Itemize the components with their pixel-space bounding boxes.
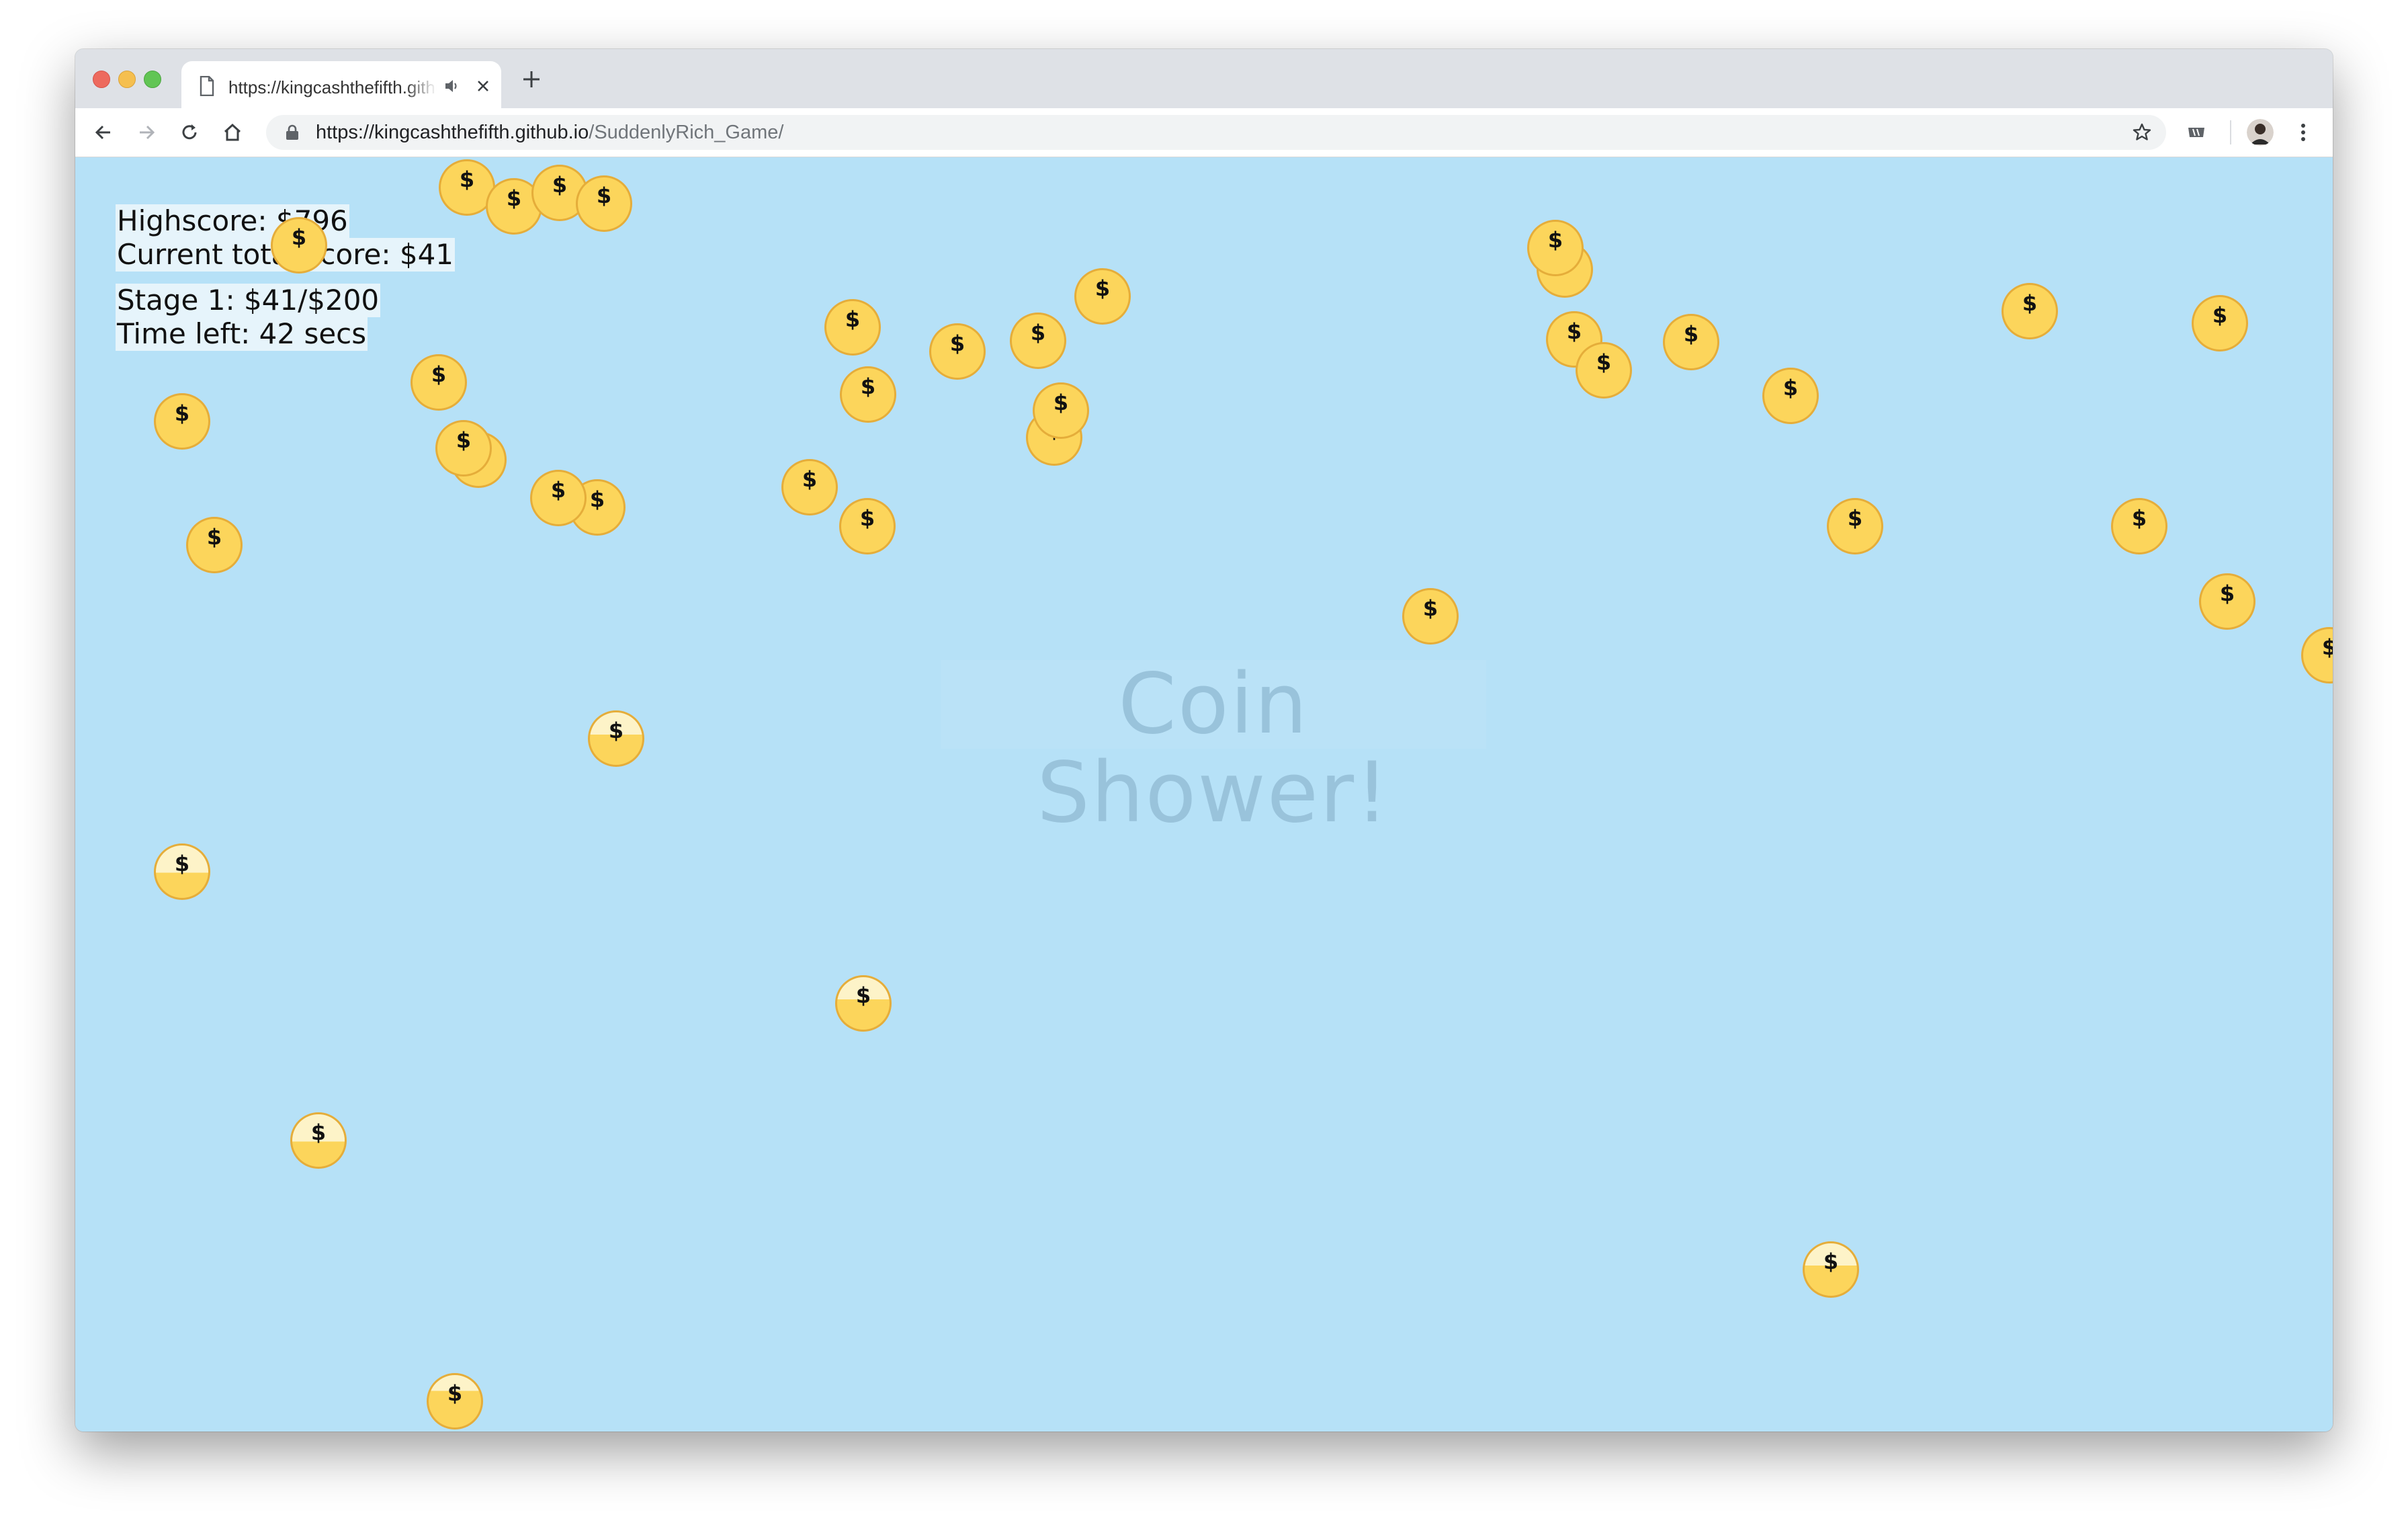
stage-progress-text: Stage 1: $41/$200 [116,284,381,317]
time-left-text: Time left: 42 secs [116,317,368,351]
coin[interactable]: $ [2301,627,2333,684]
coin[interactable]: $ [588,710,644,767]
coin[interactable]: $ [2192,295,2248,351]
bookmark-star-icon[interactable] [2131,122,2153,143]
coin[interactable]: $ [271,217,327,274]
coin[interactable]: $ [839,498,896,554]
coin[interactable]: $ [1803,1241,1859,1298]
coin[interactable]: $ [427,1373,483,1430]
lock-icon[interactable] [285,124,300,140]
coin[interactable]: $ [835,975,892,1032]
tab-title: https://kingcashthefifth.github.io/Sudde… [228,77,437,97]
new-tab-icon[interactable] [521,69,542,89]
close-window-button[interactable] [93,71,110,88]
coin[interactable]: $ [2199,573,2255,630]
reload-icon[interactable] [179,122,200,143]
profile-avatar-icon[interactable] [2247,119,2274,146]
home-icon[interactable] [222,122,243,143]
url-path: /SuddenlyRich_Game/ [589,122,784,143]
forward-icon[interactable] [136,122,157,143]
coin[interactable]: $ [1827,498,1883,554]
coin[interactable]: $ [530,470,587,526]
minimize-window-button[interactable] [118,71,136,88]
more-menu-icon[interactable] [2299,122,2307,143]
coin[interactable]: $ [1576,342,1632,399]
game-canvas[interactable]: Coin Shower! Highscore: $796 Current tot… [75,157,2333,1432]
coin[interactable]: $ [154,843,210,900]
browser-window: https://kingcashthefifth.github.io/Sudde… [75,49,2333,1432]
coin[interactable]: $ [435,420,492,477]
coin[interactable]: $ [411,354,467,411]
coin[interactable]: $ [1010,313,1066,369]
url-host: https://kingcashthefifth.github.io [316,122,589,143]
coin[interactable]: $ [1663,314,1719,370]
close-tab-icon[interactable] [474,77,492,95]
extension-icon[interactable] [2185,122,2208,143]
coin[interactable]: $ [1033,382,1089,439]
coin[interactable]: $ [781,459,838,515]
browser-tab[interactable]: https://kingcashthefifth.github.io/Sudde… [181,61,501,110]
browser-toolbar: https://kingcashthefifth.github.io/Sudde… [75,108,2333,157]
tab-strip: https://kingcashthefifth.github.io/Sudde… [75,49,2333,110]
coin[interactable]: $ [929,323,986,380]
coin[interactable]: $ [1762,368,1819,424]
url-text[interactable]: https://kingcashthefifth.github.io/Sudde… [316,122,783,143]
coin[interactable]: $ [824,299,881,356]
coin-shower-title: Coin Shower! [941,660,1486,837]
coin[interactable]: $ [576,175,632,232]
toolbar-divider [2230,120,2231,144]
coin[interactable]: $ [2002,283,2058,339]
document-icon [200,76,214,96]
coin[interactable]: $ [290,1112,347,1169]
speaker-icon[interactable] [443,77,461,95]
maximize-window-button[interactable] [144,71,161,88]
coin[interactable]: $ [2111,498,2167,554]
address-bar[interactable]: https://kingcashthefifth.github.io/Sudde… [266,115,2166,150]
coin[interactable]: $ [840,366,896,423]
coin[interactable]: $ [1527,220,1584,276]
coin[interactable]: $ [1074,268,1131,325]
coin[interactable]: $ [1402,588,1459,645]
coin[interactable]: $ [186,517,243,573]
coin[interactable]: $ [154,393,210,450]
back-icon[interactable] [93,122,114,143]
